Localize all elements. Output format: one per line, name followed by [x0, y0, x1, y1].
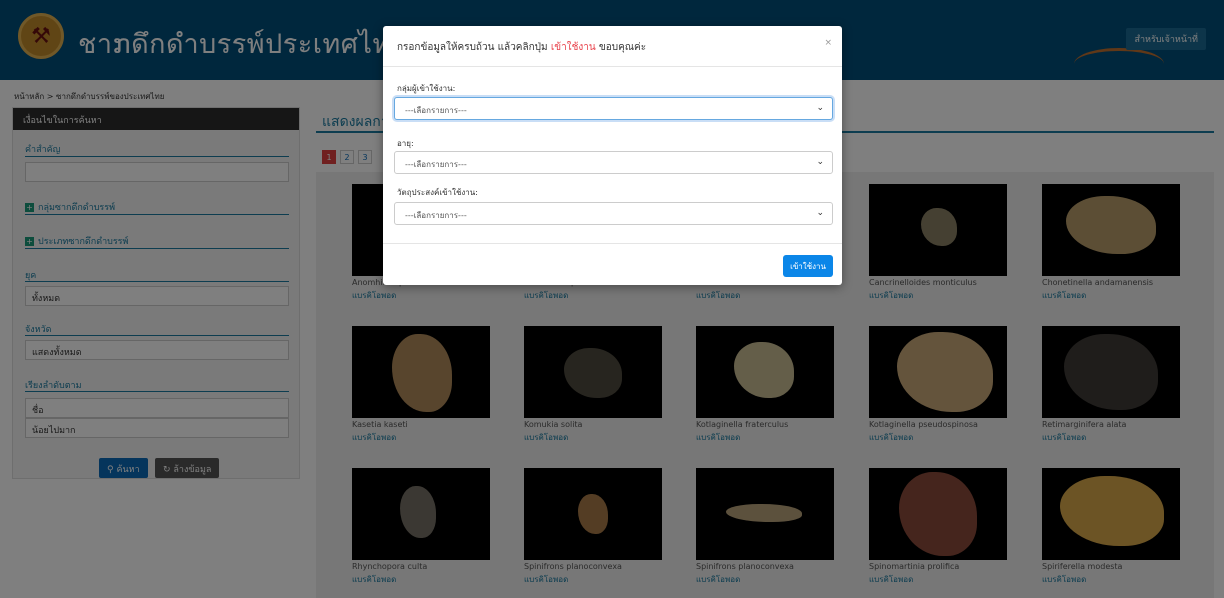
- modal-instruction-end: ขอบคุณค่ะ: [598, 42, 647, 53]
- chevron-down-icon: ⌄: [816, 103, 824, 113]
- login-modal: กรอกข้อมูลให้ครบถ้วน แล้วคลิกปุ่ม เข้าใช…: [383, 26, 842, 285]
- enter-button[interactable]: เข้าใช้งาน: [783, 255, 833, 277]
- purpose-select[interactable]: ---เลือกรายการ--- ⌄: [394, 202, 833, 225]
- age-select[interactable]: ---เลือกรายการ--- ⌄: [394, 151, 833, 174]
- purpose-value: ---เลือกรายการ---: [405, 211, 467, 220]
- user-group-value: ---เลือกรายการ---: [405, 106, 467, 115]
- modal-header: กรอกข้อมูลให้ครบถ้วน แล้วคลิกปุ่ม เข้าใช…: [383, 26, 842, 67]
- purpose-label: วัตถุประสงค์เข้าใช้งาน:: [397, 188, 478, 197]
- age-label: อายุ:: [397, 139, 414, 148]
- close-icon[interactable]: ×: [824, 38, 832, 48]
- modal-instruction: กรอกข้อมูลให้ครบถ้วน แล้วคลิกปุ่ม: [397, 42, 548, 53]
- chevron-down-icon: ⌄: [816, 208, 824, 218]
- user-group-label: กลุ่มผู้เข้าใช้งาน:: [397, 84, 456, 93]
- chevron-down-icon: ⌄: [816, 157, 824, 167]
- user-group-select[interactable]: ---เลือกรายการ--- ⌄: [394, 97, 833, 120]
- modal-footer: เข้าใช้งาน: [383, 243, 842, 285]
- age-value: ---เลือกรายการ---: [405, 160, 467, 169]
- modal-instruction-highlight: เข้าใช้งาน: [550, 42, 596, 53]
